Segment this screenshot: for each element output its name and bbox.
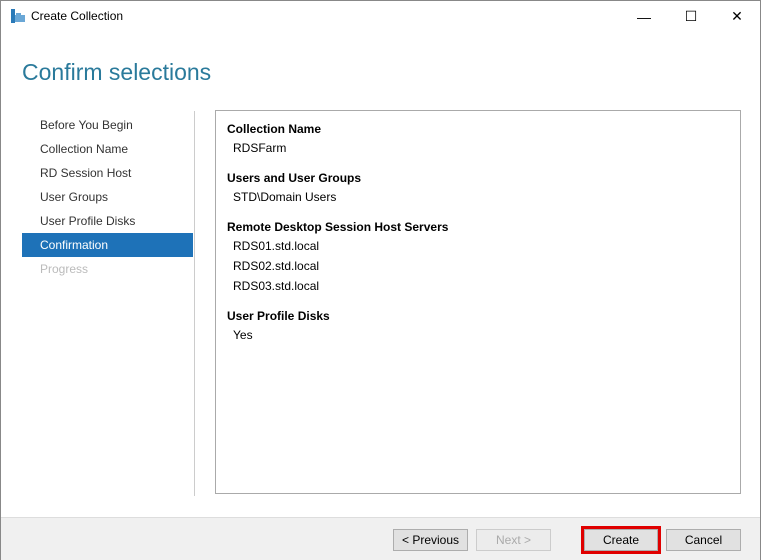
wizard-nav: Before You Begin Collection Name RD Sess… xyxy=(22,113,193,281)
section-value: RDS02.std.local xyxy=(233,259,320,273)
title-bar: Create Collection — ☐ ✕ xyxy=(1,1,760,32)
cancel-button[interactable]: Cancel xyxy=(666,529,741,551)
section-value: RDS03.std.local xyxy=(233,279,320,293)
nav-item-user-groups[interactable]: User Groups xyxy=(22,185,193,209)
page-title: Confirm selections xyxy=(22,59,212,85)
section-rdsh-servers: Remote Desktop Session Host Servers RDS0… xyxy=(227,220,729,299)
section-title: Remote Desktop Session Host Servers xyxy=(227,220,449,234)
section-value: RDS01.std.local xyxy=(233,239,320,253)
nav-item-before-you-begin[interactable]: Before You Begin xyxy=(22,113,193,137)
previous-button[interactable]: < Previous xyxy=(393,529,468,551)
confirmation-panel: Collection Name RDSFarm Users and User G… xyxy=(215,110,741,494)
window-title: Create Collection xyxy=(31,9,124,23)
create-collection-window: Create Collection — ☐ ✕ Confirm selectio… xyxy=(0,0,761,560)
section-title: Users and User Groups xyxy=(227,171,362,185)
minimize-button[interactable]: — xyxy=(621,1,667,32)
next-button: Next > xyxy=(476,529,551,551)
collection-folder-icon xyxy=(11,9,25,23)
button-bar: < Previous Next > Create Cancel xyxy=(1,517,760,560)
section-title: Collection Name xyxy=(227,122,322,136)
nav-item-collection-name[interactable]: Collection Name xyxy=(22,137,193,161)
nav-item-confirmation[interactable]: Confirmation xyxy=(22,233,193,257)
section-value: RDSFarm xyxy=(233,141,287,155)
section-users: Users and User Groups STD\Domain Users xyxy=(227,171,729,210)
close-button[interactable]: ✕ xyxy=(714,1,760,32)
maximize-button[interactable]: ☐ xyxy=(668,1,714,32)
nav-item-user-profile-disks[interactable]: User Profile Disks xyxy=(22,209,193,233)
divider xyxy=(194,111,195,496)
section-collection-name: Collection Name RDSFarm xyxy=(227,122,729,161)
nav-item-progress: Progress xyxy=(40,262,89,276)
section-value: STD\Domain Users xyxy=(233,190,337,204)
section-title: User Profile Disks xyxy=(227,309,330,323)
section-value: Yes xyxy=(233,328,253,342)
create-button[interactable]: Create xyxy=(584,529,658,551)
section-user-profile-disks: User Profile Disks Yes xyxy=(227,309,729,348)
nav-item-rd-session-host[interactable]: RD Session Host xyxy=(22,161,193,185)
